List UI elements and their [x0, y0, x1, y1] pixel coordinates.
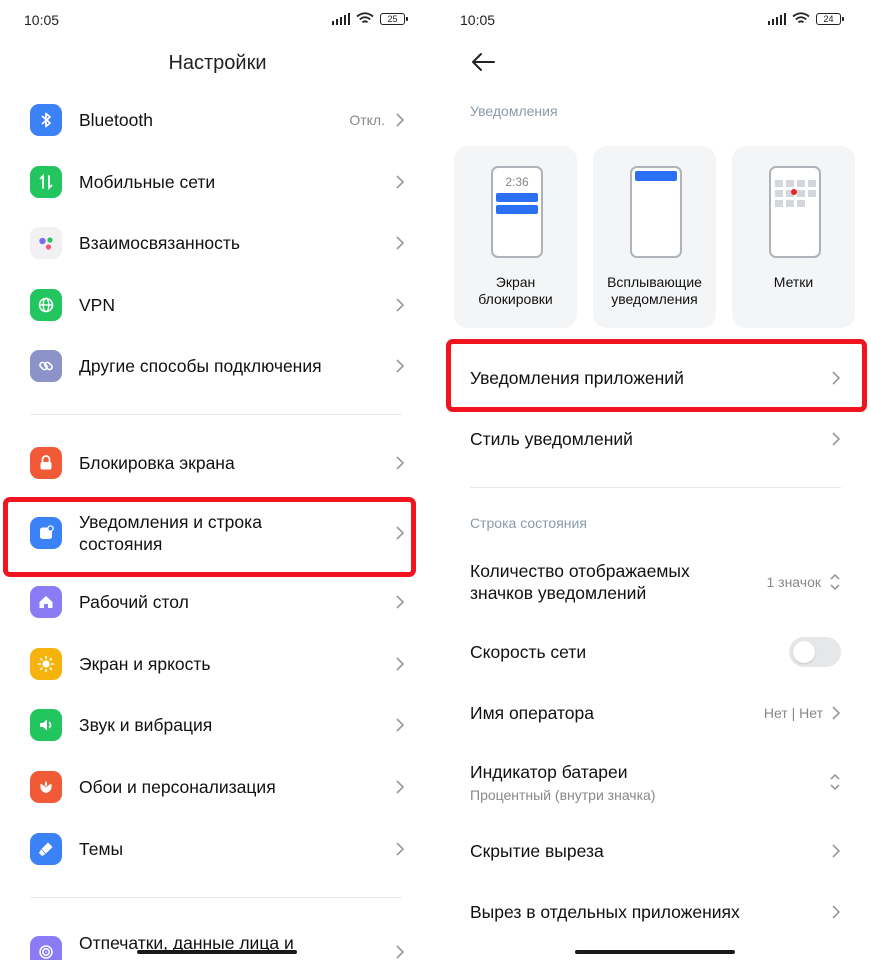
settings-item-fingerprint[interactable]: Отпечатки, данные лица и [30, 926, 405, 960]
settings-item-other-connections[interactable]: Другие способы подключения [30, 340, 405, 392]
settings-item-lock-screen[interactable]: Блокировка экрана [30, 437, 405, 489]
settings-item-wallpaper[interactable]: Обои и персонализация [30, 761, 405, 813]
settings-item-bluetooth[interactable]: Bluetooth Откл. [30, 94, 405, 146]
settings-item-interconnect[interactable]: Взаимосвязанность [30, 217, 405, 269]
chevron-right-icon [832, 432, 841, 446]
settings-item-vpn[interactable]: VPN [30, 279, 405, 331]
chevron-right-icon [396, 657, 405, 671]
icon-count-value: 1 значок [766, 574, 821, 590]
link-icon [30, 350, 62, 382]
settings-item-mobile-networks[interactable]: Мобильные сети [30, 156, 405, 208]
badges-preview [769, 166, 821, 258]
settings-item-home-screen[interactable]: Рабочий стол [30, 576, 405, 628]
notification-icon-count-item[interactable]: Количество отображаемых значков уведомле… [470, 559, 841, 605]
signal-icon [767, 12, 786, 25]
chevron-right-icon [396, 456, 405, 470]
bluetooth-status: Откл. [349, 112, 385, 128]
section-header-notifications: Уведомления [470, 103, 558, 119]
notch-hide-item[interactable]: Скрытие выреза [470, 829, 841, 873]
brush-icon [30, 833, 62, 865]
status-time: 10:05 [460, 12, 496, 28]
settings-item-themes[interactable]: Темы [30, 823, 405, 875]
divider [30, 414, 402, 415]
settings-screen: 10:05 25 Настройки Bluetooth Откл. Мобил… [0, 0, 435, 960]
status-time: 10:05 [24, 12, 60, 28]
battery-icon: 25 [380, 12, 408, 25]
highlight-box [446, 339, 867, 412]
sun-icon [30, 648, 62, 680]
home-icon [30, 586, 62, 618]
settings-item-sound-vibration[interactable]: Звук и вибрация [30, 699, 405, 751]
page-title: Настройки [168, 52, 267, 74]
chevron-right-icon [396, 298, 405, 312]
status-bar: 10:05 25 [0, 0, 435, 40]
divider [30, 897, 402, 898]
chevron-right-icon [832, 706, 841, 720]
lock-screen-preview: 2:36 [491, 166, 543, 258]
operator-name-value: Нет | Нет [763, 705, 823, 721]
home-indicator[interactable] [575, 950, 735, 954]
back-arrow-icon[interactable] [470, 50, 496, 74]
network-speed-item[interactable]: Скорость сети [470, 630, 841, 674]
chevron-right-icon [396, 236, 405, 250]
card-popup-notifications[interactable]: Всплывающие уведомления [593, 146, 716, 328]
notifications-screen: 10:05 24 Уведомления 2:36 Экран блокиров… [436, 0, 871, 960]
operator-name-item[interactable]: Имя оператора Нет | Нет [470, 691, 841, 735]
interconnect-icon [30, 227, 62, 259]
section-header-status-bar: Строка состояния [470, 515, 587, 531]
mobile-data-icon [30, 166, 62, 198]
bluetooth-icon [30, 104, 62, 136]
settings-item-display-brightness[interactable]: Экран и яркость [30, 638, 405, 690]
chevron-right-icon [396, 113, 405, 127]
notch-apps-item[interactable]: Вырез в отдельных приложениях [470, 890, 841, 934]
chevron-up-down-icon [830, 773, 840, 791]
status-bar: 10:05 24 [436, 0, 871, 40]
home-indicator[interactable] [137, 950, 297, 954]
chevron-up-down-icon [830, 573, 840, 591]
notification-style-item[interactable]: Стиль уведомлений [470, 417, 841, 461]
chevron-right-icon [832, 844, 841, 858]
battery-indicator-item[interactable]: Индикатор батареи Процентный (внутри зна… [470, 757, 841, 807]
wifi-icon [792, 12, 810, 24]
chevron-right-icon [396, 780, 405, 794]
chevron-right-icon [396, 718, 405, 732]
speaker-icon [30, 709, 62, 741]
divider [470, 487, 841, 488]
fingerprint-icon [30, 936, 62, 960]
network-speed-toggle[interactable] [789, 637, 841, 667]
globe-icon [30, 289, 62, 321]
chevron-right-icon [396, 359, 405, 373]
chevron-right-icon [396, 945, 405, 959]
flower-icon [30, 771, 62, 803]
chevron-right-icon [396, 175, 405, 189]
battery-icon: 24 [816, 12, 844, 25]
card-badges[interactable]: Метки [732, 146, 855, 328]
card-lock-screen[interactable]: 2:36 Экран блокировки [454, 146, 577, 328]
highlight-box [3, 497, 416, 577]
popup-preview [630, 166, 682, 258]
lock-icon [30, 447, 62, 479]
signal-icon [331, 12, 350, 25]
chevron-right-icon [396, 595, 405, 609]
wifi-icon [356, 12, 374, 24]
chevron-right-icon [832, 905, 841, 919]
chevron-right-icon [396, 842, 405, 856]
